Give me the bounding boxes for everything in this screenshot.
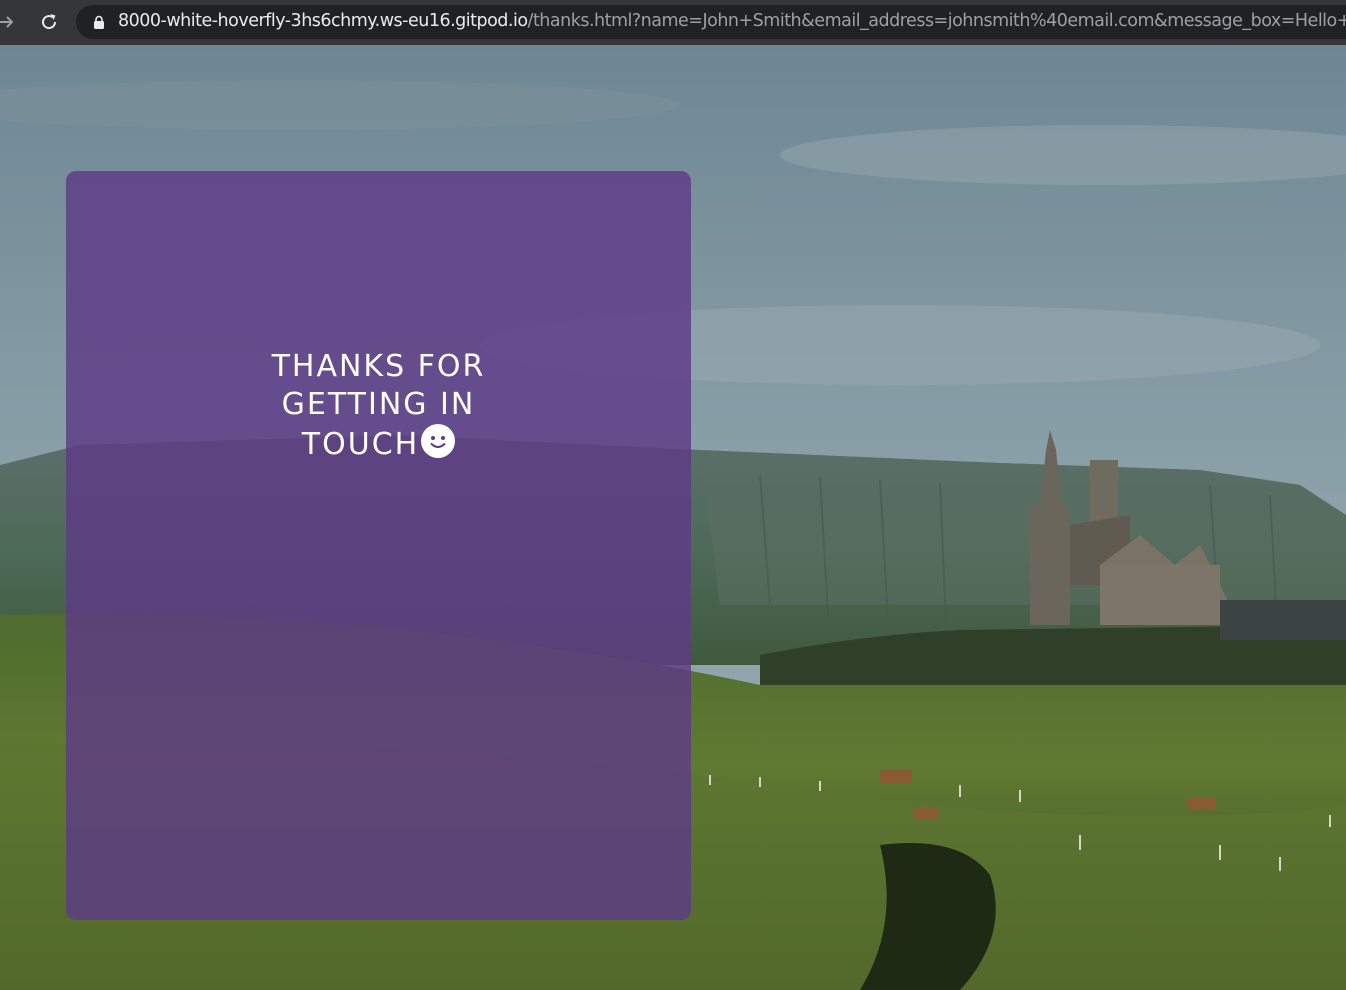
smiley-face-icon	[421, 424, 456, 459]
reload-icon[interactable]	[37, 10, 61, 34]
page-viewport: THANKS FOR GETTING IN TOUCH	[0, 45, 1346, 990]
thank-you-heading: THANKS FOR GETTING IN TOUCH	[66, 348, 691, 464]
url-path: /thanks.html?name=John+Smith&email_addre…	[527, 11, 1346, 31]
heading-line-3-row: TOUCH	[66, 424, 691, 464]
browser-toolbar: 8000-white-hoverfly-3hs6chmy.ws-eu16.git…	[0, 0, 1346, 45]
lock-icon[interactable]	[92, 15, 106, 29]
heading-line-2: GETTING IN	[281, 387, 476, 423]
heading-line-3: TOUCH	[301, 427, 420, 463]
url-text[interactable]: 8000-white-hoverfly-3hs6chmy.ws-eu16.git…	[118, 11, 1346, 31]
url-host: 8000-white-hoverfly-3hs6chmy.ws-eu16.git…	[118, 11, 528, 31]
heading-line-1: THANKS FOR	[271, 349, 486, 385]
address-bar[interactable]: 8000-white-hoverfly-3hs6chmy.ws-eu16.git…	[76, 5, 1346, 39]
thank-you-panel: THANKS FOR GETTING IN TOUCH	[66, 171, 691, 920]
forward-arrow-icon[interactable]	[0, 10, 18, 34]
